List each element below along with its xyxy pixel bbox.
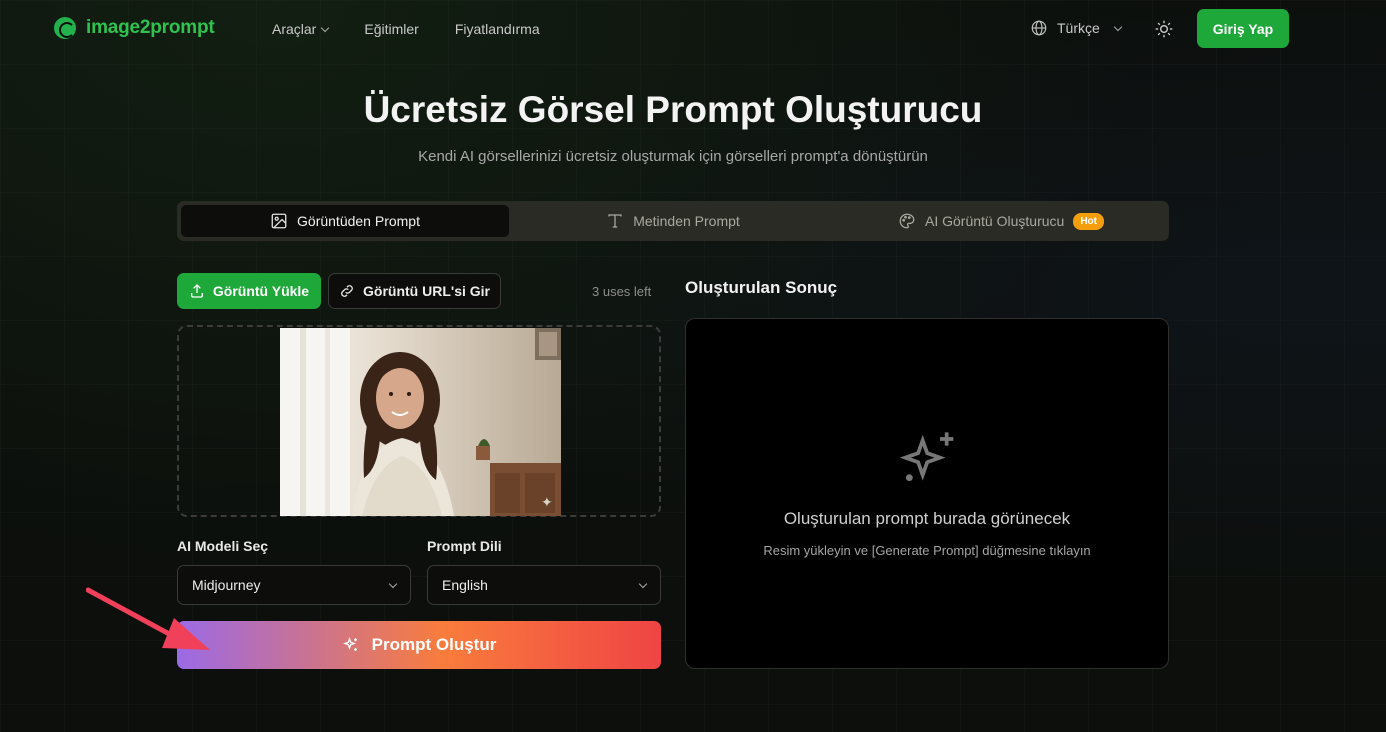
logo-text: image2prompt: [86, 17, 215, 38]
image-dropzone[interactable]: ✦: [177, 325, 661, 517]
enter-url-button[interactable]: Görüntü URL'si Gir: [328, 273, 501, 309]
site-header: image2prompt Araçlar Eğitimler Fiyatland…: [0, 0, 1386, 58]
prompt-language-label: Prompt Dili: [427, 538, 502, 554]
annotation-arrow-icon: [86, 587, 210, 650]
hot-badge: Hot: [1073, 212, 1104, 230]
nav-item-label: Eğitimler: [364, 21, 419, 37]
nav-item-label: Araçlar: [272, 21, 317, 37]
sun-icon[interactable]: [1154, 19, 1174, 39]
sparkles-icon: [899, 432, 954, 482]
main-nav: Araçlar Eğitimler Fiyatlandırma: [272, 21, 540, 37]
login-button[interactable]: Giriş Yap: [1197, 9, 1289, 48]
chevron-down-icon: [388, 579, 398, 588]
palette-icon: [899, 213, 915, 229]
tab-label: Metinden Prompt: [633, 213, 740, 229]
prompt-language-select[interactable]: English: [427, 565, 661, 605]
url-button-label: Görüntü URL'si Gir: [363, 283, 490, 299]
logo-icon: [54, 17, 76, 39]
result-panel: Oluşturulan prompt burada görünecek Resi…: [685, 318, 1169, 669]
language-selector[interactable]: Türkçe: [1030, 19, 1123, 37]
nav-item-label: Fiyatlandırma: [454, 21, 540, 37]
portrait-photo: [280, 328, 561, 516]
result-hint-text: Resim yükleyin ve [Generate Prompt] düğm…: [763, 543, 1091, 558]
model-select-label: AI Modeli Seç: [177, 538, 269, 554]
language-label: Türkçe: [1057, 20, 1100, 36]
text-icon: [608, 214, 622, 228]
sparkles-icon: [342, 637, 357, 651]
globe-icon: [1031, 20, 1047, 36]
uploaded-image-preview: [280, 328, 561, 516]
upload-icon: [190, 284, 203, 298]
mode-tabs: Görüntüden Prompt Metinden Prompt AI Gör…: [177, 201, 1169, 241]
upload-button-label: Görüntü Yükle: [212, 283, 310, 299]
tab-label: Görüntüden Prompt: [297, 213, 420, 229]
uses-left-counter: 3 uses left: [592, 284, 652, 299]
chevron-down-icon: [1113, 22, 1123, 31]
result-placeholder-text: Oluşturulan prompt burada görünecek: [783, 509, 1071, 528]
nav-item-pricing[interactable]: Fiyatlandırma: [455, 21, 540, 37]
tab-ai-image-generator[interactable]: AI Görüntü Oluşturucu Hot: [837, 205, 1165, 237]
generate-prompt-button[interactable]: Prompt Oluştur: [177, 621, 661, 669]
chevron-down-icon: [638, 579, 648, 588]
chevron-down-icon: [321, 23, 330, 32]
generate-button-label: Prompt Oluştur: [371, 635, 497, 654]
tab-image-to-prompt[interactable]: Görüntüden Prompt: [181, 205, 509, 237]
result-title: Oluşturulan Sonuç: [685, 278, 838, 297]
tab-text-to-prompt[interactable]: Metinden Prompt: [509, 205, 837, 237]
prompt-language-value: English: [442, 577, 488, 593]
sparkle-icon: ✦: [541, 494, 553, 510]
nav-item-tutorials[interactable]: Eğitimler: [364, 21, 418, 37]
image-icon: [271, 213, 287, 229]
page-title: Ücretsiz Görsel Prompt Oluşturucu: [363, 89, 983, 130]
logo[interactable]: image2prompt: [54, 17, 215, 39]
page-subtitle: Kendi AI görsellerinizi ücretsiz oluştur…: [418, 148, 928, 165]
upload-image-button[interactable]: Görüntü Yükle: [177, 273, 321, 309]
link-icon: [341, 285, 353, 297]
tab-label: AI Görüntü Oluşturucu: [925, 213, 1065, 229]
nav-item-tools[interactable]: Araçlar: [272, 21, 330, 37]
